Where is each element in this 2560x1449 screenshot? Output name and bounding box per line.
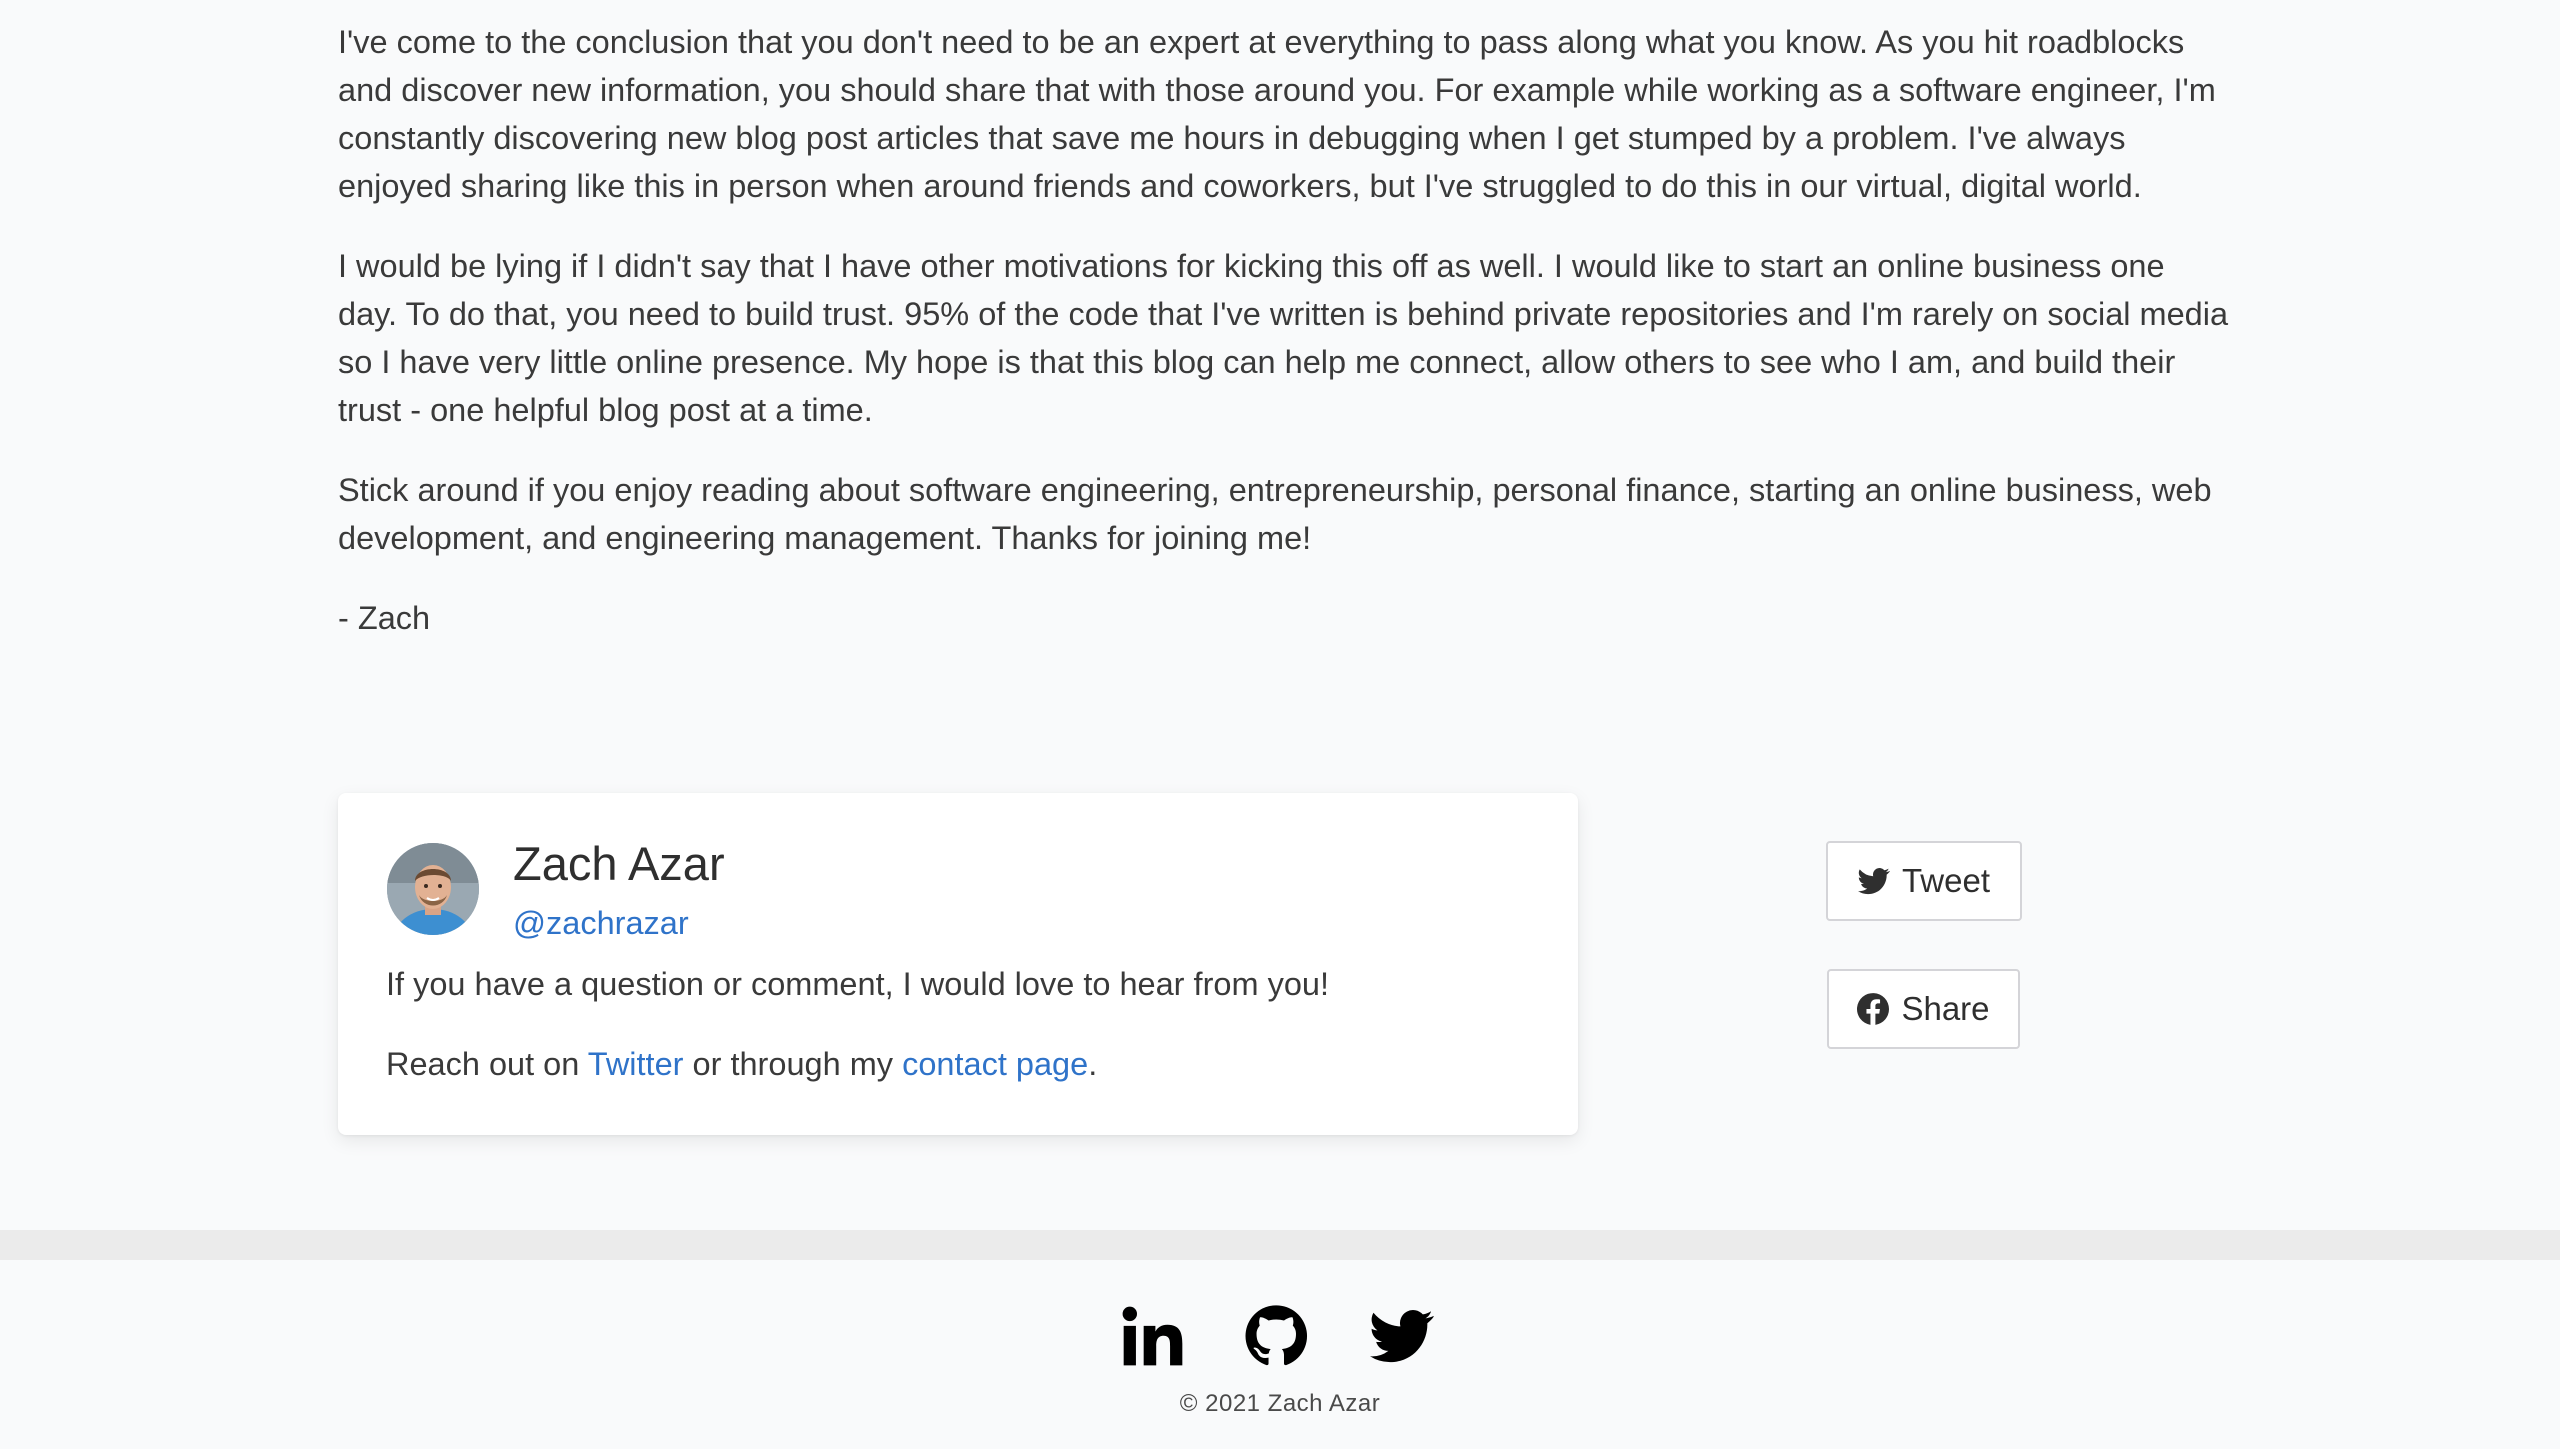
site-footer: © 2021 Zach Azar — [0, 1260, 2560, 1449]
facebook-share-label: Share — [1901, 990, 1990, 1027]
article-paragraph: Stick around if you enjoy reading about … — [338, 472, 2212, 556]
author-handle-link[interactable]: @zachrazar — [513, 903, 689, 943]
article-paragraph: I've come to the conclusion that you don… — [338, 24, 2216, 204]
author-name: Zach Azar — [513, 837, 725, 890]
reach-suffix: . — [1088, 1046, 1098, 1082]
linkedin-icon[interactable] — [1121, 1304, 1185, 1368]
article-body: I've come to the conclusion that you don… — [338, 18, 2230, 674]
article-signature: - Zach — [338, 600, 431, 636]
avatar — [387, 843, 479, 935]
copyright-text: © 2021 Zach Azar — [1179, 1390, 1381, 1417]
twitter-link[interactable]: Twitter — [588, 1046, 684, 1082]
footer-divider — [0, 1230, 2560, 1260]
facebook-share-button[interactable]: Share — [1827, 969, 2020, 1049]
twitter-bird-icon — [1857, 865, 1890, 897]
reach-prefix: Reach out on — [386, 1046, 588, 1082]
card-question-text: If you have a question or comment, I wou… — [386, 966, 1329, 1002]
contact-page-link[interactable]: contact page — [902, 1046, 1088, 1082]
github-icon[interactable] — [1244, 1304, 1308, 1368]
tweet-button[interactable]: Tweet — [1826, 841, 2022, 921]
author-card: Zach Azar @zachrazar If you have a quest… — [338, 793, 1578, 1135]
twitter-icon[interactable] — [1370, 1304, 1434, 1368]
facebook-icon — [1857, 993, 1890, 1025]
avatar-image — [387, 843, 479, 935]
tweet-button-label: Tweet — [1901, 862, 1991, 899]
reach-middle: or through my — [683, 1046, 903, 1082]
card-reach-out-text: Reach out on Twitter or through my conta… — [386, 1042, 1097, 1086]
article-paragraph: I would be lying if I didn't say that I … — [338, 248, 2229, 428]
